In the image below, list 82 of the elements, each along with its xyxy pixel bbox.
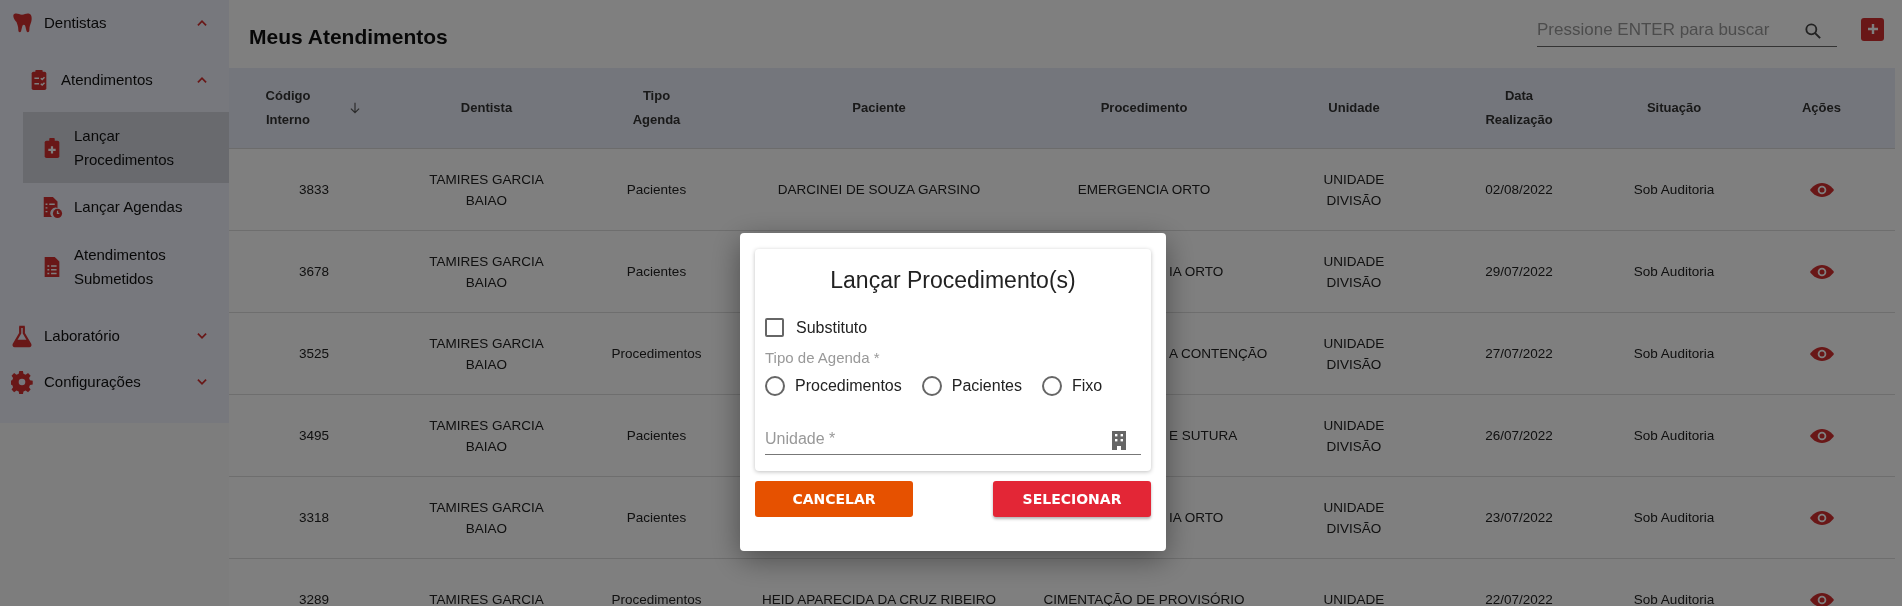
eye-icon [1809, 345, 1834, 362]
tooth-icon [11, 11, 33, 35]
column-header[interactable]: Situação [1646, 96, 1702, 120]
table-cell-text: Pacientes [626, 263, 687, 281]
table-cell-text: 27/07/2022 [1485, 345, 1553, 363]
plus-icon [1865, 22, 1880, 36]
column-header[interactable]: Ações [1802, 96, 1841, 120]
column-header[interactable]: Unidade [1328, 96, 1380, 120]
sidebar-item[interactable]: Dentistas [0, 0, 229, 46]
column-header[interactable]: Procedimento [1100, 96, 1188, 120]
table-cell-text: 26/07/2022 [1485, 427, 1553, 445]
radio-option[interactable]: Procedimentos [765, 376, 902, 396]
sidebar-item[interactable]: Atendimentos Submetidos [23, 231, 229, 303]
sidebar-item[interactable]: Lançar Agendas [23, 183, 229, 231]
table-cell-text: 3289 [298, 591, 329, 606]
sidebar-item[interactable]: Atendimentos [0, 46, 229, 102]
eye-icon [1809, 427, 1834, 444]
table-cell-text: Procedimentos [611, 591, 702, 606]
eye-icon [1809, 509, 1834, 526]
table-cell-text: 3525 [298, 345, 329, 363]
table-cell-text: Sob Auditoria [1633, 509, 1715, 527]
sidebar-item[interactable]: Lançar Procedimentos [23, 112, 229, 183]
column-header[interactable]: Código Interno [265, 84, 311, 132]
radio-option[interactable]: Pacientes [921, 376, 1022, 396]
table-cell-text: UNIDADE [1323, 591, 1385, 606]
table-cell-text: Sob Auditoria [1633, 345, 1715, 363]
table-cell-text: HEID APARECIDA DA CRUZ RIBEIRO [762, 591, 996, 606]
table-cell-text: TAMIRES GARCIA BAIAO [428, 170, 545, 210]
table-cell-text: EMERGENCIA ORTO [1077, 181, 1211, 199]
search-icon [1803, 20, 1823, 41]
table-cell-text: 3318 [298, 509, 329, 527]
table-cell-text: UNIDADE DIVISÃO [1322, 252, 1386, 292]
table-cell-text: Pacientes [626, 509, 687, 527]
column-header[interactable]: Paciente [852, 96, 906, 120]
table-cell-text: IA ORTO [1169, 509, 1224, 527]
table-cell-text: TAMIRES GARCIA BAIAO [428, 416, 545, 456]
sidebar-item[interactable]: Laboratório [0, 313, 229, 359]
table-cell-text: 3495 [298, 427, 329, 445]
table-cell-text: Pacientes [626, 427, 687, 445]
column-header[interactable]: Dentista [460, 96, 513, 120]
dialog-title: Lançar Procedimento(s) [829, 267, 1077, 294]
table-cell-text: E SUTURA [1169, 427, 1238, 445]
table-cell-text: 02/08/2022 [1485, 181, 1553, 199]
table-cell-text: UNIDADE DIVISÃO [1322, 498, 1386, 538]
cancel-button[interactable]: CANCELAR [755, 481, 913, 517]
substituto-checkbox[interactable]: Substituto [765, 318, 868, 337]
add-button[interactable] [1861, 17, 1884, 41]
eye-icon [1809, 181, 1834, 198]
table-cell-text: Pacientes [626, 181, 687, 199]
table-cell-text: CIMENTAÇÃO DE PROVISÓRIO [1043, 591, 1245, 606]
table-cell-text: Sob Auditoria [1633, 263, 1715, 281]
building-icon [1111, 430, 1127, 450]
table-cell-text: IA ORTO [1169, 263, 1224, 281]
table-cell-text: 3678 [298, 263, 329, 281]
table-cell-text: TAMIRES GARCIA [429, 591, 544, 606]
table-cell-text: 22/07/2022 [1485, 591, 1553, 606]
table-cell-text: TAMIRES GARCIA BAIAO [428, 252, 545, 292]
table-cell-text: A CONTENÇÃO [1169, 345, 1268, 363]
table-cell-text: UNIDADE DIVISÃO [1322, 170, 1386, 210]
table-cell-text: Sob Auditoria [1633, 591, 1715, 606]
table-cell-text: 29/07/2022 [1485, 263, 1553, 281]
select-button[interactable]: SELECIONAR [993, 481, 1151, 517]
field-label: Tipo de Agenda * [765, 349, 881, 366]
document-clock-icon [41, 195, 63, 219]
gear-icon [11, 370, 33, 394]
table-cell-text: Sob Auditoria [1633, 181, 1715, 199]
radio-option[interactable]: Fixo [1042, 376, 1103, 396]
flask-icon [11, 324, 33, 348]
table-cell-text: TAMIRES GARCIA BAIAO [428, 334, 545, 374]
page-title: Meus Atendimentos [249, 25, 449, 49]
sidebar-item[interactable]: Configurações [0, 359, 229, 405]
table-cell-text: Sob Auditoria [1633, 427, 1715, 445]
table-cell-text: 23/07/2022 [1485, 509, 1553, 527]
table-cell-text: DARCINEI DE SOUZA GARSINO [777, 181, 981, 199]
column-header[interactable]: Data Realização [1485, 84, 1553, 132]
column-header[interactable]: Tipo Agenda [632, 84, 681, 132]
eye-icon [1809, 263, 1834, 280]
table-cell-text: Procedimentos [611, 345, 702, 363]
table-cell-text: UNIDADE DIVISÃO [1322, 416, 1386, 456]
table-cell-text: TAMIRES GARCIA BAIAO [428, 498, 545, 538]
table-cell-text: UNIDADE DIVISÃO [1322, 334, 1386, 374]
table-cell-text: 3833 [298, 181, 329, 199]
